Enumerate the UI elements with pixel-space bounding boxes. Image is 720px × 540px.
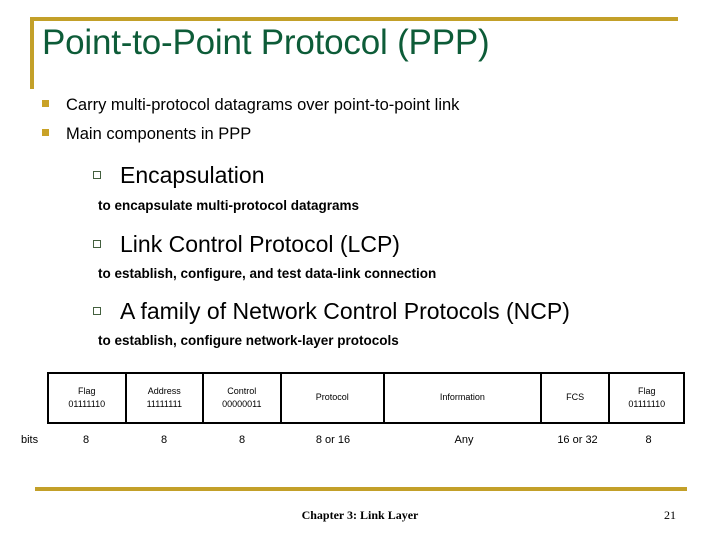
title-left-rule <box>30 17 34 89</box>
footer-chapter-label: Chapter 3: Link Layer <box>301 508 419 522</box>
bullet-level1-1: Carry multi-protocol datagrams over poin… <box>42 96 459 115</box>
frame-field-flag-1: Flag 01111110 <box>49 374 127 422</box>
bits-flag-2: 8 <box>645 434 652 446</box>
hollow-square-bullet-icon <box>93 239 101 248</box>
page-number: 21 <box>664 508 676 522</box>
component-heading-ncp: A family of Network Control Protocols (N… <box>93 297 570 325</box>
page-title: Point-to-Point Protocol (PPP) <box>42 23 490 62</box>
frame-field-control: Control 00000011 <box>204 374 282 422</box>
bullet-level1-2: Main components in PPP <box>42 125 251 144</box>
frame-field-protocol: Protocol <box>282 374 385 422</box>
component-1-detail: to encapsulate multi-protocol datagrams <box>98 198 360 213</box>
bits-address: 8 <box>160 434 168 446</box>
component-2-detail: to establish, configure, and test data-l… <box>98 266 437 281</box>
bullet-level1-2-label: Main components in PPP <box>66 125 252 144</box>
frame-field-fcs: FCS <box>542 374 611 422</box>
hollow-square-bullet-icon <box>93 170 101 179</box>
frame-field-control-name: Control <box>227 385 257 396</box>
bullet-level1-1-label: Carry multi-protocol datagrams over poin… <box>66 96 460 115</box>
bits-control: 8 <box>238 434 246 446</box>
component-3-heading-label: A family of Network Control Protocols (N… <box>120 298 570 325</box>
ppp-frame-table: Flag 01111110 Address 11111111 Control 0… <box>47 372 685 424</box>
slide-canvas: Point-to-Point Protocol (PPP) Carry mult… <box>0 0 720 540</box>
frame-field-control-value: 00000011 <box>222 399 262 409</box>
component-1-heading-label: Encapsulation <box>120 162 265 189</box>
frame-bits-row: bits 8 8 8 8 or 16 Any 16 or 32 8 <box>0 434 720 452</box>
frame-field-information: Information <box>385 374 542 422</box>
frame-field-flag-2-name: Flag <box>637 385 656 396</box>
frame-field-address: Address 11111111 <box>127 374 205 422</box>
frame-field-protocol-name: Protocol <box>315 392 349 403</box>
bits-information: Any <box>454 434 474 446</box>
frame-field-flag-1-name: Flag <box>78 385 96 396</box>
component-2-heading-label: Link Control Protocol (LCP) <box>120 231 400 258</box>
frame-field-address-name: Address <box>147 385 181 396</box>
square-bullet-icon <box>42 100 49 108</box>
component-3-detail: to establish, configure network-layer pr… <box>98 333 399 348</box>
frame-field-flag-1-value: 01111110 <box>68 399 106 409</box>
component-heading-encapsulation: Encapsulation <box>93 161 265 189</box>
bits-row-label: bits <box>21 434 39 446</box>
frame-field-flag-2-value: 01111110 <box>628 399 666 409</box>
square-bullet-icon <box>42 129 49 137</box>
footer-rule <box>35 487 687 491</box>
bits-flag-1: 8 <box>82 434 90 446</box>
hollow-square-bullet-icon <box>93 306 101 315</box>
frame-field-address-value: 11111111 <box>146 399 182 409</box>
bits-protocol: 8 or 16 <box>315 434 351 446</box>
frame-field-flag-2: Flag 01111110 <box>610 374 683 422</box>
component-heading-lcp: Link Control Protocol (LCP) <box>93 230 400 258</box>
title-top-rule <box>30 17 678 21</box>
frame-field-information-name: Information <box>439 392 485 403</box>
title-block: Point-to-Point Protocol (PPP) <box>30 17 678 89</box>
bits-fcs: 16 or 32 <box>557 434 598 446</box>
frame-field-fcs-name: FCS <box>566 392 585 403</box>
